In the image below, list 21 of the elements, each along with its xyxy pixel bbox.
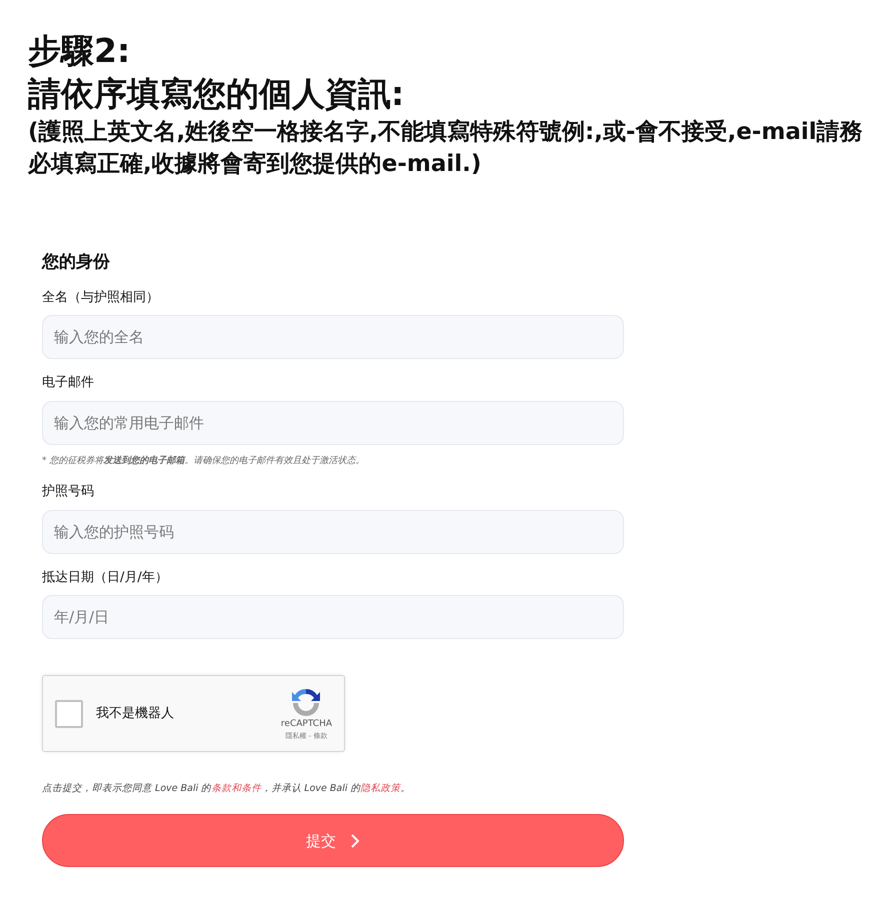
- submit-button[interactable]: 提交: [42, 814, 624, 868]
- field-label: 全名（与护照相同）: [42, 288, 160, 307]
- terms-link[interactable]: 条款和条件: [211, 783, 262, 794]
- hint-text: * 您的征税券将发送到您的电子邮箱。请确保您的电子邮件有效且处于激活状态。: [42, 454, 366, 468]
- instruction-text: (護照上英文名,姓後空一格接名字,不能填寫特殊符號例:,或-會不接受,e-mail請務必填寫正確,收據將會寄到您提供的e-mail.): [28, 118, 864, 179]
- page-title: 請依序填寫您的個人資訊:: [28, 72, 406, 115]
- captcha-checkbox[interactable]: [55, 700, 83, 728]
- input-field[interactable]: 年/月/日: [42, 595, 624, 640]
- input-field[interactable]: 输入您的常用电子邮件: [42, 400, 624, 445]
- privacy-link[interactable]: 隐私政策: [360, 783, 400, 794]
- section-title: 您的身份: [42, 251, 111, 274]
- field-label: 护照号码: [42, 483, 95, 502]
- input-field[interactable]: 输入您的护照号码: [42, 510, 624, 554]
- chevron-right-icon: [350, 832, 360, 849]
- captcha-label: 我不是機器人: [96, 704, 175, 723]
- field-label: 电子邮件: [42, 374, 95, 392]
- captcha-brand: reCAPTCHA: [280, 718, 332, 731]
- field-label: 抵达日期（日/月/年）: [42, 568, 169, 587]
- terms-text: 点击提交，即表示您同意 Love Bali 的条款和条件，并承认 Love Bali 的隐私政策。: [42, 782, 412, 796]
- step-heading: 步驟2:: [28, 30, 132, 72]
- input-field[interactable]: 输入您的全名: [42, 315, 624, 360]
